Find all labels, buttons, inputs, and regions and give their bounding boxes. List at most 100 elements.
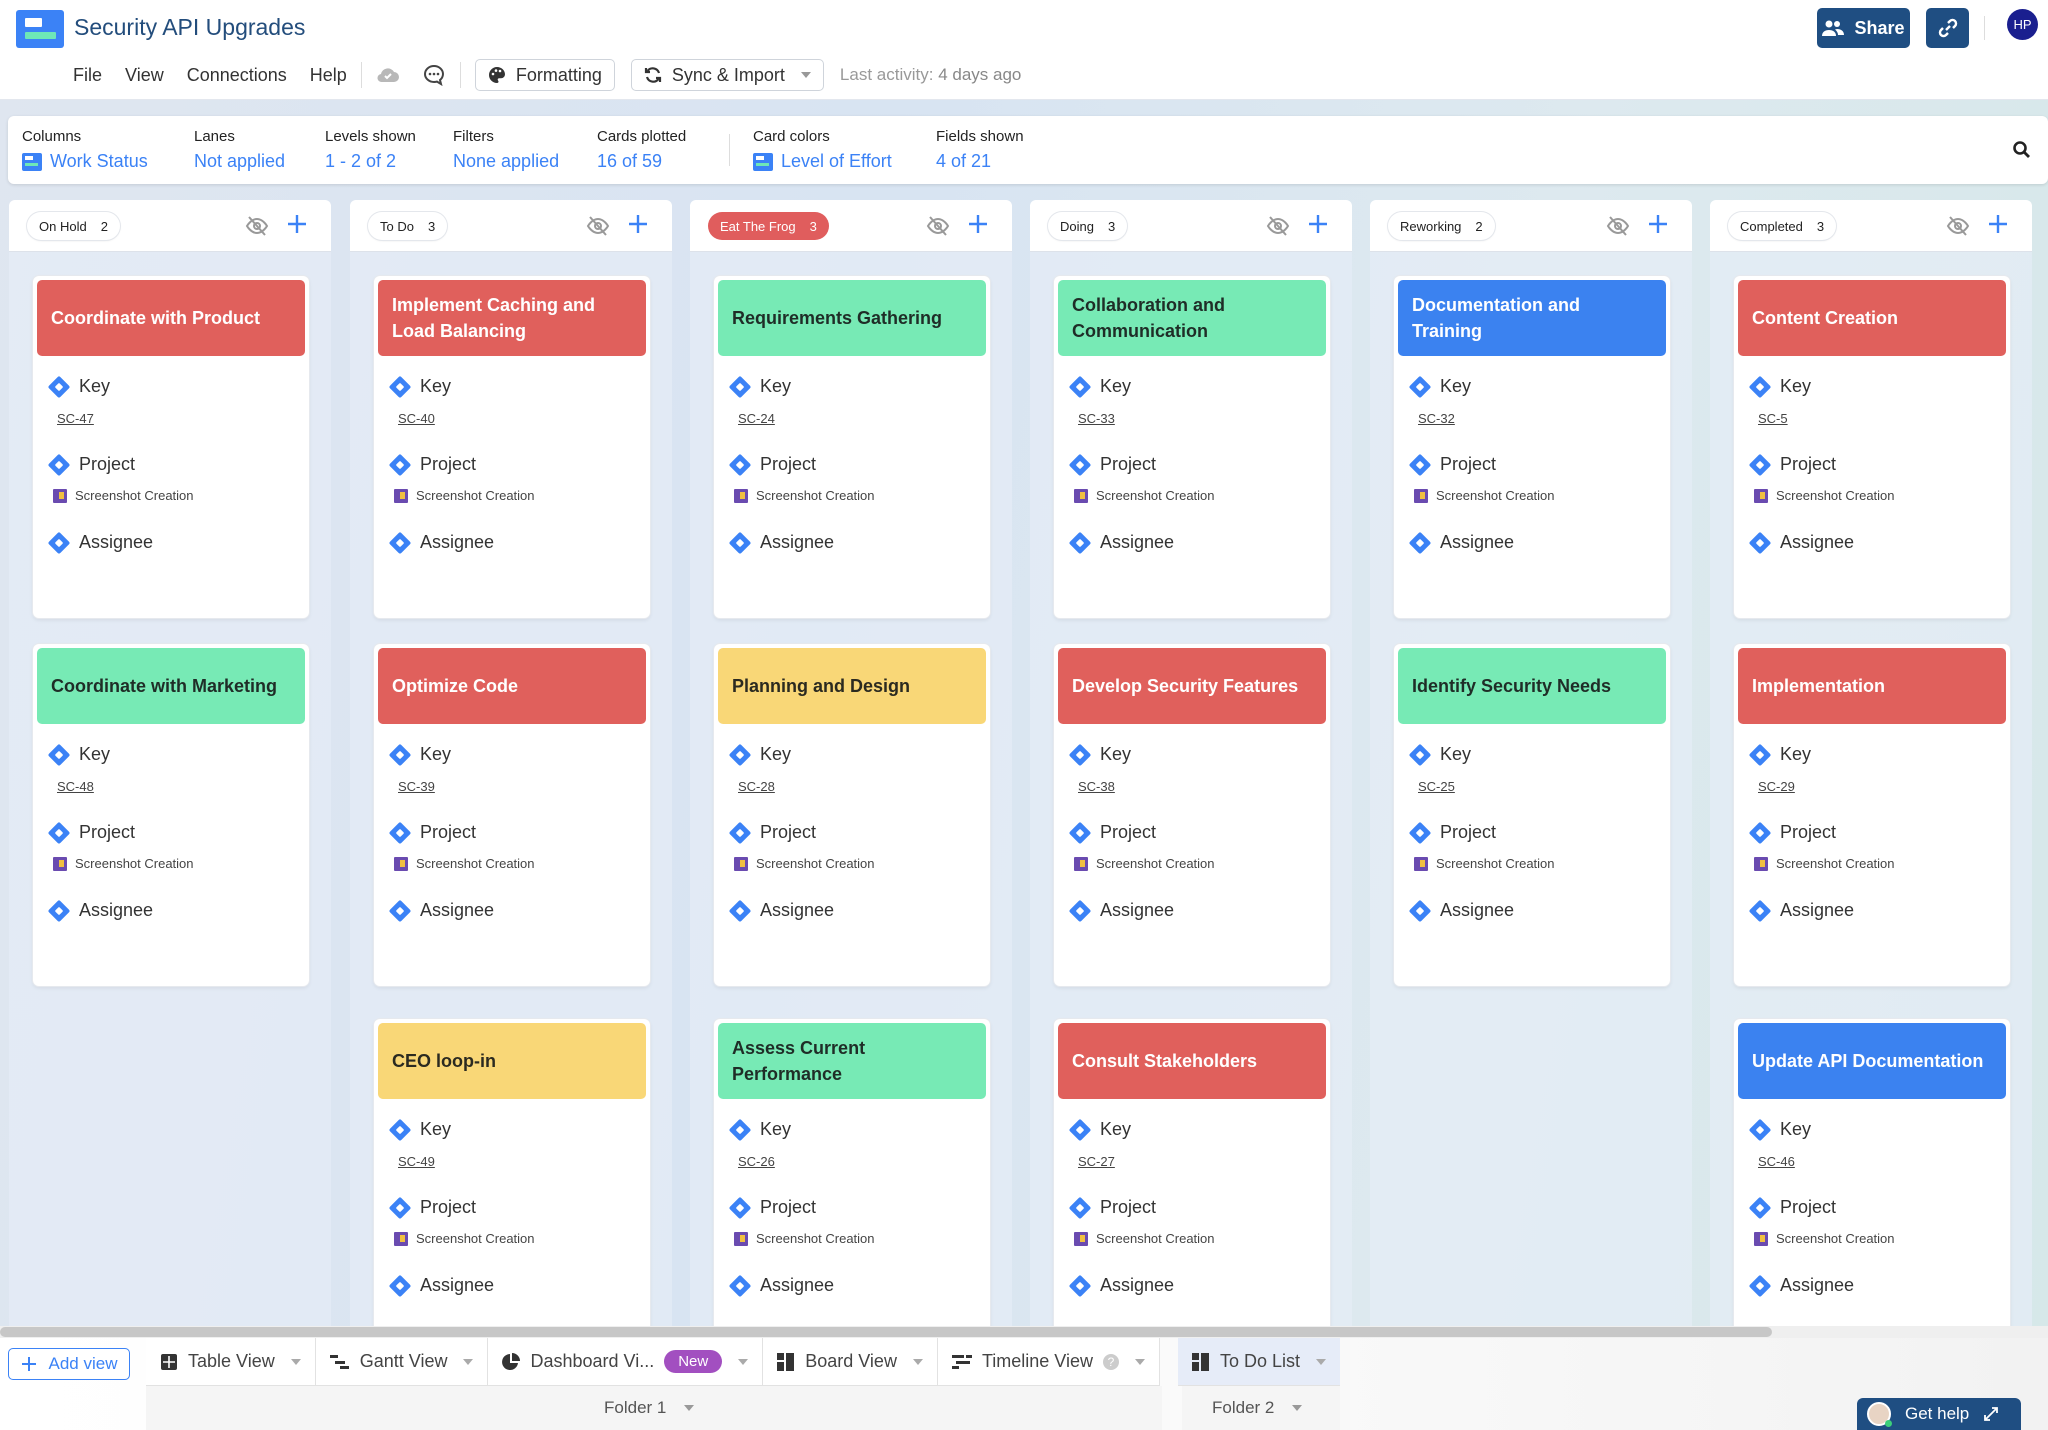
key-link[interactable]: SC-26 <box>738 1154 775 1169</box>
setting-value[interactable]: Level of Effort <box>781 151 892 172</box>
menu-view[interactable]: View <box>125 65 164 86</box>
column-title-badge[interactable]: On Hold 2 <box>27 212 120 240</box>
add-card-icon[interactable] <box>966 212 990 236</box>
setting-value[interactable]: None applied <box>453 151 559 172</box>
board-card[interactable]: Assess Current Performance Key SC-26 Pro… <box>714 1019 990 1361</box>
board-card[interactable]: Implementation Key SC-29 Project Screens… <box>1734 644 2010 986</box>
board-card[interactable]: Optimize Code Key SC-39 Project Screensh… <box>374 644 650 986</box>
tab-timeline-view[interactable]: Timeline View ? <box>937 1338 1160 1386</box>
key-link[interactable]: SC-24 <box>738 411 775 426</box>
board-card[interactable]: Consult Stakeholders Key SC-27 Project S… <box>1054 1019 1330 1361</box>
board-card[interactable]: Requirements Gathering Key SC-24 Project… <box>714 276 990 618</box>
app-logo-icon[interactable] <box>16 10 64 48</box>
folder-1[interactable]: Folder 1 <box>604 1398 695 1418</box>
card-title[interactable]: CEO loop-in <box>378 1023 646 1099</box>
board-card[interactable]: Planning and Design Key SC-28 Project Sc… <box>714 644 990 986</box>
board-card[interactable]: Content Creation Key SC-5 Project Screen… <box>1734 276 2010 618</box>
tab-to-do-list[interactable]: To Do List <box>1178 1338 1341 1386</box>
key-link[interactable]: SC-33 <box>1078 411 1115 426</box>
menu-file[interactable]: File <box>73 65 102 86</box>
card-title[interactable]: Collaboration and Communication <box>1058 280 1326 356</box>
comment-icon[interactable] <box>422 63 446 87</box>
cloud-saved-icon[interactable] <box>376 63 400 87</box>
key-link[interactable]: SC-25 <box>1418 779 1455 794</box>
board-card[interactable]: CEO loop-in Key SC-49 Project Screenshot… <box>374 1019 650 1361</box>
column-title-badge[interactable]: Doing 3 <box>1048 212 1128 240</box>
board-card[interactable]: Identify Security Needs Key SC-25 Projec… <box>1394 644 1670 986</box>
setting-columns[interactable]: Columns Work Status <box>22 128 148 172</box>
card-title[interactable]: Update API Documentation <box>1738 1023 2006 1099</box>
card-title[interactable]: Implementation <box>1738 648 2006 724</box>
column-title-badge[interactable]: Completed 3 <box>1728 212 1837 240</box>
key-link[interactable]: SC-49 <box>398 1154 435 1169</box>
eye-off-icon[interactable] <box>1266 214 1290 238</box>
key-link[interactable]: SC-47 <box>57 411 94 426</box>
card-title[interactable]: Coordinate with Product <box>37 280 305 356</box>
setting-value[interactable]: 4 of 21 <box>936 151 991 172</box>
add-card-icon[interactable] <box>285 212 309 236</box>
share-button[interactable]: Share <box>1817 8 1910 48</box>
setting-card-colors[interactable]: Card colors Level of Effort <box>753 128 892 172</box>
card-title[interactable]: Requirements Gathering <box>718 280 986 356</box>
key-link[interactable]: SC-32 <box>1418 411 1455 426</box>
chevron-down-icon[interactable] <box>1316 1358 1327 1365</box>
card-title[interactable]: Consult Stakeholders <box>1058 1023 1326 1099</box>
chevron-down-icon[interactable] <box>912 1358 923 1365</box>
add-card-icon[interactable] <box>626 212 650 236</box>
add-card-icon[interactable] <box>1646 212 1670 236</box>
card-title[interactable]: Develop Security Features <box>1058 648 1326 724</box>
card-title[interactable]: Coordinate with Marketing <box>37 648 305 724</box>
board-card[interactable]: Coordinate with Product Key SC-47 Projec… <box>33 276 309 618</box>
card-title[interactable]: Identify Security Needs <box>1398 648 1666 724</box>
search-button[interactable] <box>2008 136 2036 164</box>
tab-table-view[interactable]: Table View <box>146 1338 316 1386</box>
key-link[interactable]: SC-38 <box>1078 779 1115 794</box>
card-title[interactable]: Content Creation <box>1738 280 2006 356</box>
card-title[interactable]: Documentation and Training <box>1398 280 1666 356</box>
user-avatar[interactable]: HP <box>2007 9 2038 40</box>
board-card[interactable]: Implement Caching and Load Balancing Key… <box>374 276 650 618</box>
setting-cards-plotted[interactable]: Cards plotted 16 of 59 <box>597 128 686 172</box>
setting-value[interactable]: 16 of 59 <box>597 151 662 172</box>
setting-value[interactable]: Not applied <box>194 151 285 172</box>
board-card[interactable]: Documentation and Training Key SC-32 Pro… <box>1394 276 1670 618</box>
column-title-badge[interactable]: Eat The Frog 3 <box>708 212 829 240</box>
eye-off-icon[interactable] <box>1606 214 1630 238</box>
eye-off-icon[interactable] <box>1946 214 1970 238</box>
key-link[interactable]: SC-29 <box>1758 779 1795 794</box>
chevron-down-icon[interactable] <box>290 1358 301 1365</box>
setting-filters[interactable]: Filters None applied <box>453 128 559 172</box>
eye-off-icon[interactable] <box>245 214 269 238</box>
horizontal-scrollbar[interactable] <box>0 1326 2048 1338</box>
key-link[interactable]: SC-28 <box>738 779 775 794</box>
add-card-icon[interactable] <box>1986 212 2010 236</box>
board-card[interactable]: Update API Documentation Key SC-46 Proje… <box>1734 1019 2010 1361</box>
card-title[interactable]: Implement Caching and Load Balancing <box>378 280 646 356</box>
folder-2[interactable]: Folder 2 <box>1212 1398 1303 1418</box>
get-help-button[interactable]: Get help <box>1857 1398 2021 1430</box>
help-icon[interactable]: ? <box>1103 1353 1119 1370</box>
document-title[interactable]: Security API Upgrades <box>74 14 305 41</box>
setting-fields-shown[interactable]: Fields shown 4 of 21 <box>936 128 1024 172</box>
card-title[interactable]: Optimize Code <box>378 648 646 724</box>
key-link[interactable]: SC-48 <box>57 779 94 794</box>
column-title-badge[interactable]: To Do 3 <box>368 212 448 240</box>
card-title[interactable]: Assess Current Performance <box>718 1023 986 1099</box>
key-link[interactable]: SC-46 <box>1758 1154 1795 1169</box>
chevron-down-icon[interactable] <box>463 1358 474 1365</box>
key-link[interactable]: SC-27 <box>1078 1154 1115 1169</box>
formatting-button[interactable]: Formatting <box>474 59 615 91</box>
setting-lanes[interactable]: Lanes Not applied <box>194 128 285 172</box>
key-link[interactable]: SC-40 <box>398 411 435 426</box>
menu-connections[interactable]: Connections <box>187 65 287 86</box>
board-card[interactable]: Coordinate with Marketing Key SC-48 Proj… <box>33 644 309 986</box>
setting-value[interactable]: Work Status <box>50 151 148 172</box>
eye-off-icon[interactable] <box>926 214 950 238</box>
eye-off-icon[interactable] <box>586 214 610 238</box>
key-link[interactable]: SC-5 <box>1758 411 1788 426</box>
board-card[interactable]: Develop Security Features Key SC-38 Proj… <box>1054 644 1330 986</box>
tab-gantt-view[interactable]: Gantt View <box>315 1338 489 1386</box>
column-title-badge[interactable]: Reworking 2 <box>1388 212 1495 240</box>
scrollbar-thumb[interactable] <box>0 1327 1772 1337</box>
tab-dashboard-view[interactable]: Dashboard Vi... New <box>488 1338 764 1386</box>
